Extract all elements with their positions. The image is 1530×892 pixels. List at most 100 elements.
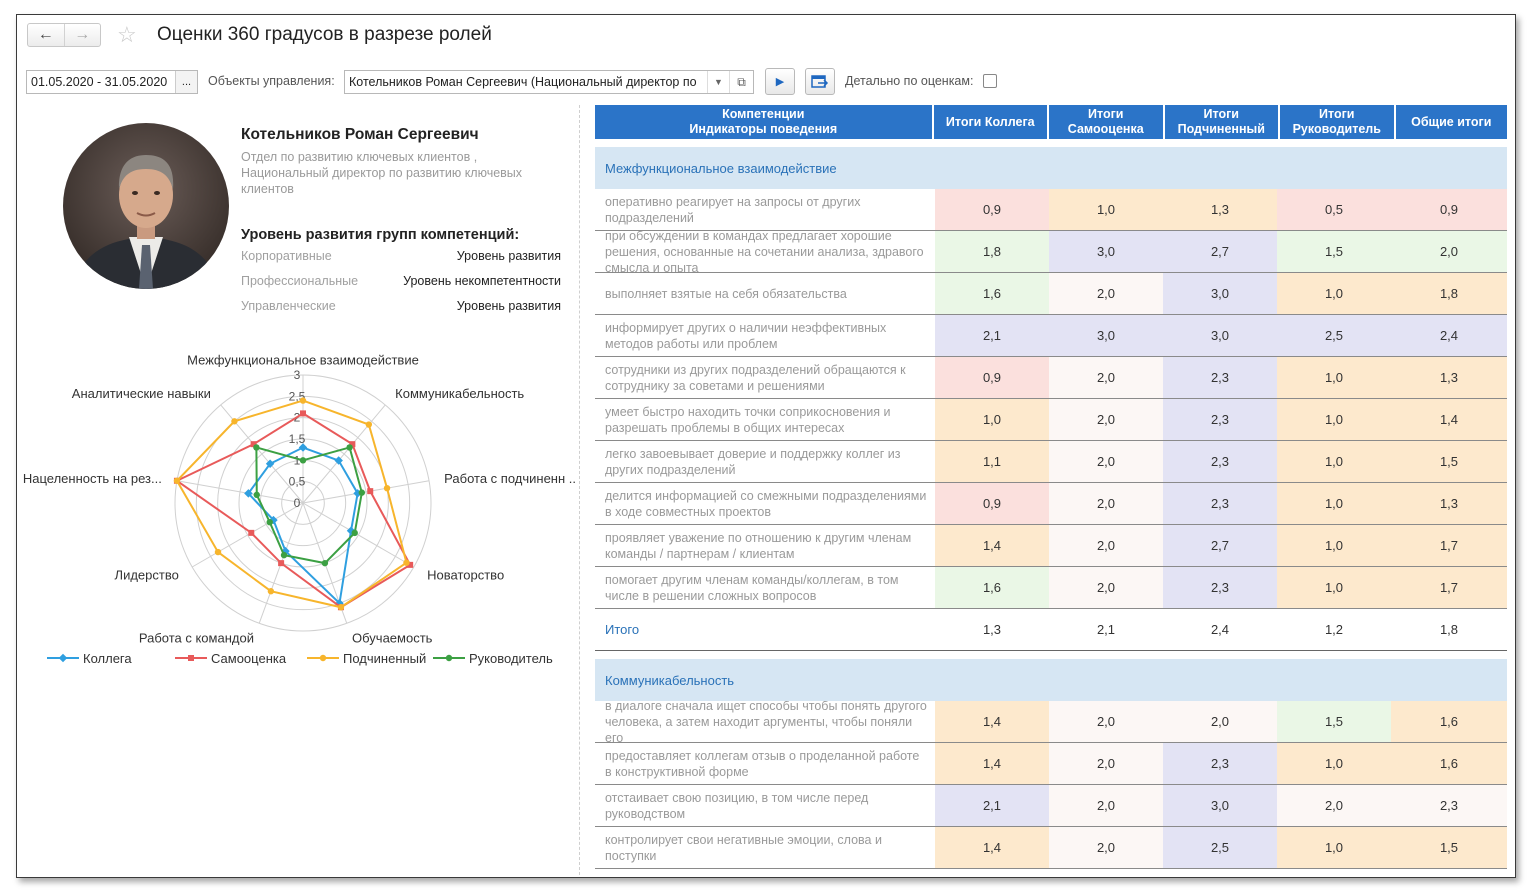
total-cell: 2,1 xyxy=(1096,622,1116,637)
score-cell: 1,0 xyxy=(1277,441,1391,482)
radar-point xyxy=(266,519,273,526)
details-label: Детально по оценкам: xyxy=(845,74,974,88)
radar-spoke xyxy=(176,480,304,504)
header-self[interactable]: Итоги Самооценка xyxy=(1049,105,1163,139)
indicator-text: предоставляет коллегам отзыв о проделанн… xyxy=(605,748,920,779)
radar-point xyxy=(280,551,288,559)
export-button[interactable] xyxy=(805,68,835,95)
radar-point xyxy=(299,457,307,464)
score-cell: 2,5 xyxy=(1163,827,1277,868)
level-group: Корпоративные xyxy=(241,249,332,263)
radar-point xyxy=(278,560,285,567)
scores-table: Компетенции Индикаторы поведения Итоги К… xyxy=(595,105,1507,869)
radar-point xyxy=(253,444,260,451)
score-cell: 1,5 xyxy=(1277,701,1391,742)
radar-point xyxy=(337,604,345,611)
section-title[interactable]: Межфункциональное взаимодействие xyxy=(595,147,1507,189)
score-cell: 1,5 xyxy=(1277,231,1391,272)
total-cell: 1,3 xyxy=(982,622,1002,637)
legend-label: Коллега xyxy=(83,651,132,666)
radar-tick-label: 0,5 xyxy=(289,475,306,489)
table-row: контролирует свои негативные эмоции, сло… xyxy=(595,827,1507,869)
header-subordinate[interactable]: Итоги Подчиненный xyxy=(1164,105,1278,139)
score-cell: 1,0 xyxy=(1277,273,1391,314)
radar-axis-label: Лидерство xyxy=(115,568,179,583)
level-value: Уровень развития xyxy=(456,299,561,313)
table-body: Межфункциональное взаимодействие оператив… xyxy=(595,147,1507,869)
legend-label: Подчиненный xyxy=(343,651,426,666)
open-icon[interactable]: ⧉ xyxy=(729,71,753,93)
radar-tick-label: 0 xyxy=(294,496,301,510)
radar-point xyxy=(173,477,181,484)
radar-point xyxy=(365,421,373,428)
radar-axis-label: Работа с командой xyxy=(139,631,254,646)
score-cell: 2,0 xyxy=(1049,483,1163,524)
period-select-button[interactable]: ... xyxy=(175,71,197,93)
score-cell: 1,8 xyxy=(935,231,1049,272)
forward-button[interactable]: → xyxy=(63,24,101,46)
table-row: отстаивает свою позицию, в том числе пер… xyxy=(595,785,1507,827)
score-cell: 1,0 xyxy=(1049,189,1163,230)
indicator-text: отстаивает свою позицию, в том числе пер… xyxy=(605,790,869,821)
back-button[interactable]: ← xyxy=(28,24,64,46)
score-cell: 1,0 xyxy=(1277,567,1391,608)
header-competency[interactable]: Компетенции Индикаторы поведения xyxy=(595,105,932,139)
score-cell: 1,8 xyxy=(1391,273,1507,314)
indicator-text: сотрудники из других подразделений обращ… xyxy=(605,362,906,393)
chevron-down-icon[interactable]: ▼ xyxy=(707,71,729,93)
arrow-right-icon: → xyxy=(74,26,91,43)
radar-point xyxy=(248,529,255,536)
header-total[interactable]: Общие итоги xyxy=(1395,105,1507,139)
radar-point xyxy=(299,397,307,404)
radar-axis-label: Обучаемость xyxy=(352,631,433,646)
level-group: Управленческие xyxy=(241,299,336,313)
score-cell: 1,0 xyxy=(1277,399,1391,440)
section-title[interactable]: Коммуникабельность xyxy=(595,659,1507,701)
legend-marker xyxy=(445,654,453,662)
table-row: информирует других о наличии неэффективн… xyxy=(595,315,1507,357)
total-cell: 1,8 xyxy=(1439,622,1459,637)
radar-point xyxy=(300,410,306,417)
score-cell: 2,3 xyxy=(1163,483,1277,524)
score-cell: 2,7 xyxy=(1163,525,1277,566)
score-cell: 2,0 xyxy=(1049,701,1163,742)
score-cell: 1,3 xyxy=(1163,189,1277,230)
score-cell: 1,3 xyxy=(1391,357,1507,398)
indicator-text: выполняет взятые на себя обязательства xyxy=(605,286,847,301)
total-cell: 2,4 xyxy=(1210,622,1230,637)
legend-label: Руководитель xyxy=(469,651,553,666)
score-cell: 3,0 xyxy=(1049,315,1163,356)
period-field[interactable]: 01.05.2020 - 31.05.2020 ... xyxy=(26,70,198,94)
score-cell: 2,0 xyxy=(1049,743,1163,784)
score-cell: 2,0 xyxy=(1049,567,1163,608)
objects-label: Объекты управления: xyxy=(208,74,335,88)
header-colleague[interactable]: Итоги Коллега xyxy=(933,105,1047,139)
details-checkbox[interactable] xyxy=(983,74,997,88)
score-cell: 2,0 xyxy=(1049,785,1163,826)
score-cell: 1,4 xyxy=(935,525,1049,566)
legend-label: Самооценка xyxy=(211,651,287,666)
score-cell: 0,5 xyxy=(1277,189,1391,230)
employee-name: Котельников Роман Сергеевич xyxy=(241,126,479,143)
header-manager[interactable]: Итоги Руководитель xyxy=(1280,105,1394,139)
score-cell: 1,4 xyxy=(935,701,1049,742)
generate-button[interactable]: ▶ xyxy=(765,68,795,95)
page-title: Оценки 360 градусов в разрезе ролей xyxy=(157,24,492,45)
objects-select[interactable]: Котельников Роман Сергеевич (Национальны… xyxy=(344,70,754,94)
indicator-text: в диалоге сначала ищет способы чтобы пон… xyxy=(605,701,927,742)
radar-axis-label: Коммуникабельность xyxy=(395,386,524,401)
score-cell: 1,7 xyxy=(1391,567,1507,608)
table-header: Компетенции Индикаторы поведения Итоги К… xyxy=(595,105,1507,139)
navigation-buttons: ← → xyxy=(27,23,101,47)
score-cell: 2,4 xyxy=(1391,315,1507,356)
indicator-text: делится информацией со смежными подразде… xyxy=(605,488,927,519)
radar-point xyxy=(403,559,410,566)
score-cell: 1,0 xyxy=(1277,357,1391,398)
total-label: Итого xyxy=(605,622,640,637)
score-cell: 2,3 xyxy=(1391,785,1507,826)
table-row: помогает другим членам команды/коллегам,… xyxy=(595,567,1507,609)
score-cell: 2,0 xyxy=(1277,785,1391,826)
radar-point xyxy=(383,484,391,492)
favorite-star-icon[interactable]: ☆ xyxy=(117,23,137,47)
panel-divider xyxy=(579,105,580,875)
